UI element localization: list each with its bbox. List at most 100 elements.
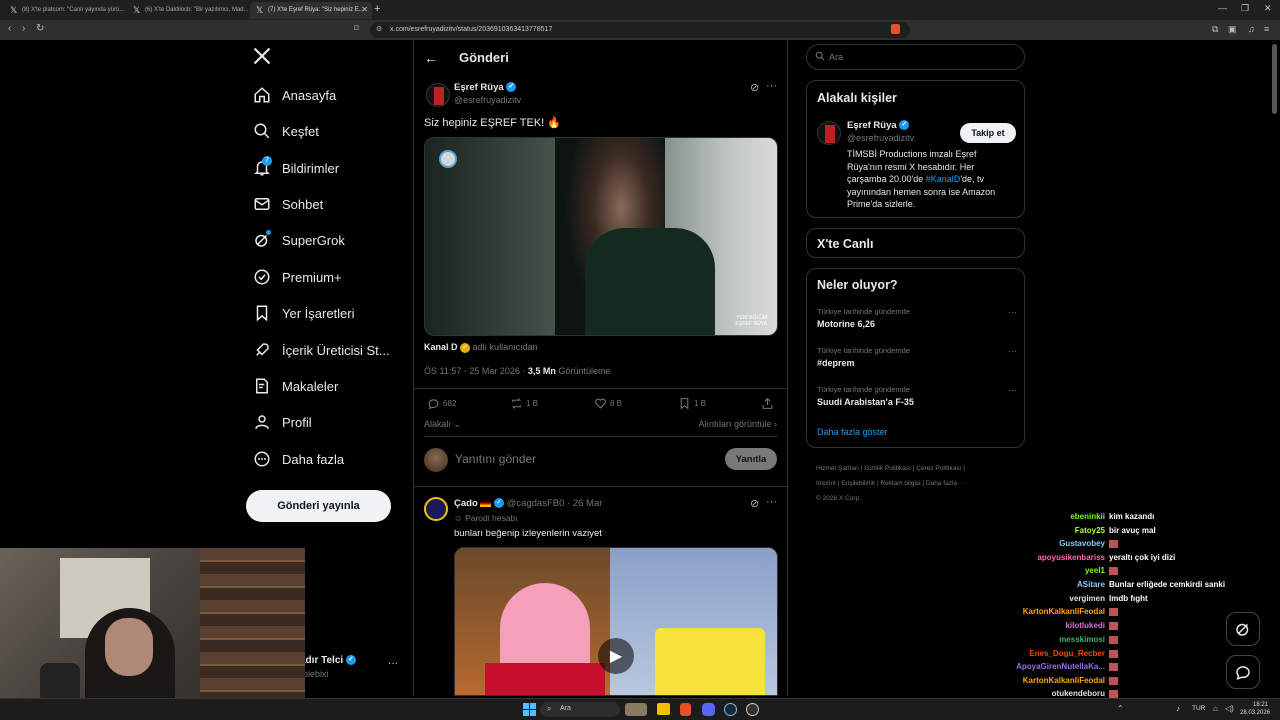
more-icon[interactable]: ···: [1008, 307, 1017, 317]
tray-chevron-icon[interactable]: ⌃: [1117, 704, 1124, 713]
extensions-icon[interactable]: ⧉: [1212, 24, 1218, 35]
trend-item[interactable]: Türkiye tarihinde gündemde Motorine 6,26…: [817, 307, 1017, 329]
more-icon[interactable]: ···: [766, 80, 777, 92]
widgets-icon[interactable]: [625, 703, 647, 716]
site-info-icon[interactable]: ⚙: [376, 25, 382, 33]
nav-notifications[interactable]: 7 Bildirimler: [252, 153, 402, 183]
discord-icon[interactable]: [702, 703, 715, 716]
chat-float-button[interactable]: [1226, 655, 1260, 689]
browser-tab-bar: 𝕏 (8) X'te platcom: "Canlı yayında yürü.…: [0, 0, 1280, 20]
more-icon[interactable]: ···: [766, 496, 777, 508]
footer-link[interactable]: Gizlilik Politikası: [864, 465, 911, 472]
nav-creator-studio[interactable]: İçerik Üreticisi St...: [252, 335, 402, 365]
like-action[interactable]: 8 B: [594, 397, 622, 410]
nav-chat[interactable]: Sohbet: [252, 189, 402, 219]
clock[interactable]: 18:21 28.03.2026: [1240, 701, 1270, 717]
post-media-video[interactable]: YENİ BÖLÜM EŞREF RÜYA: [424, 137, 778, 336]
forward-icon[interactable]: ›: [22, 23, 25, 34]
nav-profile[interactable]: Profil: [252, 407, 402, 437]
back-arrow-icon[interactable]: ←: [424, 50, 438, 66]
restore-icon[interactable]: ❐: [1241, 3, 1249, 14]
live-on-x-card[interactable]: X'te Canlı: [806, 228, 1025, 258]
more-icon[interactable]: ···: [1008, 385, 1017, 395]
source-attribution[interactable]: Kanal D ✓ adlı kullanıcıdan: [424, 342, 538, 353]
nav-bookmarks[interactable]: Yer İşaretleri: [252, 298, 402, 328]
x-logo-icon[interactable]: [252, 46, 274, 68]
share-icon[interactable]: [761, 397, 774, 415]
follow-button[interactable]: Takip et: [960, 123, 1016, 143]
account-name[interactable]: adır Telci ✓: [300, 655, 356, 666]
reply-button[interactable]: Yanıtla: [725, 448, 777, 470]
browser-tab-active[interactable]: 𝕏 (7) X'te Eşref Rüya: "Siz hepiniz E...…: [250, 2, 372, 19]
language-indicator[interactable]: TUR: [1192, 705, 1205, 712]
footer-link[interactable]: Hizmet Şartları: [816, 465, 859, 472]
avatar[interactable]: [424, 497, 448, 521]
wallet-icon[interactable]: ▣: [1228, 24, 1237, 35]
related-name[interactable]: Eşref Rüya ✓: [847, 120, 910, 131]
avatar[interactable]: [424, 448, 448, 472]
reply-action[interactable]: 682: [427, 397, 456, 410]
related-handle[interactable]: @esrefruyadizitv: [847, 133, 914, 143]
nav-more[interactable]: Daha fazla: [252, 444, 402, 474]
page-scrollbar[interactable]: [1272, 44, 1277, 114]
trend-item[interactable]: Türkiye tarihinde gündemde Suudi Arabist…: [817, 385, 1017, 407]
avatar[interactable]: [817, 121, 841, 145]
footer-link[interactable]: Çerez Politikası: [916, 465, 961, 472]
minimize-icon[interactable]: —: [1218, 3, 1227, 13]
brave-browser-icon[interactable]: [680, 703, 691, 716]
emote-icon: [1109, 650, 1118, 658]
media-icon[interactable]: ♫: [1248, 24, 1255, 34]
show-more-link[interactable]: Daha fazla göster: [817, 427, 888, 437]
nav-premium[interactable]: Premium+: [252, 262, 402, 292]
steam-icon[interactable]: [724, 703, 737, 716]
grok-icon[interactable]: ⊘: [750, 497, 759, 510]
repost-action[interactable]: 1 B: [510, 397, 538, 410]
post-timestamp[interactable]: ÖS 11:57 · 25 Mar 2026 ·: [424, 366, 525, 376]
file-explorer-icon[interactable]: [657, 703, 670, 715]
nav-home[interactable]: Anasayfa: [252, 80, 402, 110]
view-quotes-link[interactable]: Alıntıları görüntüle ›: [698, 419, 777, 429]
account-menu-icon[interactable]: ···: [388, 658, 398, 669]
footer-link[interactable]: Daha fazla ···: [926, 480, 965, 487]
browser-tab[interactable]: 𝕏 (6) X'te Daktilocb: "Bir yazılımcı, Ma…: [127, 2, 249, 19]
relevance-dropdown[interactable]: Alakalı ⌄: [424, 419, 461, 430]
volume-icon[interactable]: ◁): [1225, 704, 1234, 713]
close-tab-icon[interactable]: ✕: [361, 5, 368, 14]
grok-icon[interactable]: ⊘: [750, 81, 759, 94]
menu-icon[interactable]: ≡: [1264, 24, 1269, 34]
obs-icon[interactable]: [746, 703, 759, 716]
grok-float-button[interactable]: [1226, 612, 1260, 646]
microphone-icon[interactable]: ♪: [1176, 704, 1180, 713]
avatar[interactable]: [426, 83, 450, 107]
reload-icon[interactable]: ↻: [36, 23, 44, 34]
reply-media-video[interactable]: ▶: [454, 547, 778, 696]
close-window-icon[interactable]: ✕: [1264, 3, 1272, 14]
more-icon[interactable]: ···: [1008, 346, 1017, 356]
brave-shield-icon[interactable]: [891, 24, 900, 34]
post-button[interactable]: Gönderi yayınla: [246, 490, 391, 522]
new-tab-button[interactable]: +: [374, 3, 380, 15]
back-icon[interactable]: ‹: [8, 23, 11, 34]
footer-link[interactable]: Erişilebilirlik: [841, 480, 875, 487]
bookmark-action[interactable]: 1 B: [678, 397, 706, 410]
footer-link[interactable]: Imprint: [816, 480, 836, 487]
windows-start-icon[interactable]: [523, 703, 536, 716]
url-field[interactable]: ⚙ x.com/esrefruyadizitv/status/203691036…: [370, 22, 910, 38]
nav-explore[interactable]: Keşfet: [252, 116, 402, 146]
post-author-handle[interactable]: @esrefruyadizitv: [454, 95, 521, 105]
reply-input[interactable]: Yanıtını gönder: [455, 452, 536, 466]
footer-link[interactable]: Reklam bilgisi: [880, 480, 920, 487]
post-author-name[interactable]: Eşref Rüya ✓: [454, 82, 517, 93]
bookmark-page-icon[interactable]: ⌑: [354, 23, 359, 34]
play-icon[interactable]: ▶: [598, 638, 634, 674]
trend-item[interactable]: Türkiye tarihinde gündemde #deprem ···: [817, 346, 1017, 368]
taskbar-search[interactable]: ⌕ Ara: [540, 702, 620, 717]
bio-hashtag-link[interactable]: #KanalD: [926, 174, 961, 184]
browser-tab[interactable]: 𝕏 (8) X'te platcom: "Canlı yayında yürü.…: [4, 2, 126, 19]
nav-label: Bildirimler: [282, 160, 340, 176]
nav-supergrok[interactable]: SuperGrok: [252, 225, 402, 255]
nav-articles[interactable]: Makaleler: [252, 371, 402, 401]
reply-author[interactable]: Çado ✓ @cagdasFB0 · 26 Mar: [454, 498, 602, 509]
search-input[interactable]: Ara: [806, 44, 1025, 70]
network-icon[interactable]: ⌂: [1213, 704, 1218, 713]
